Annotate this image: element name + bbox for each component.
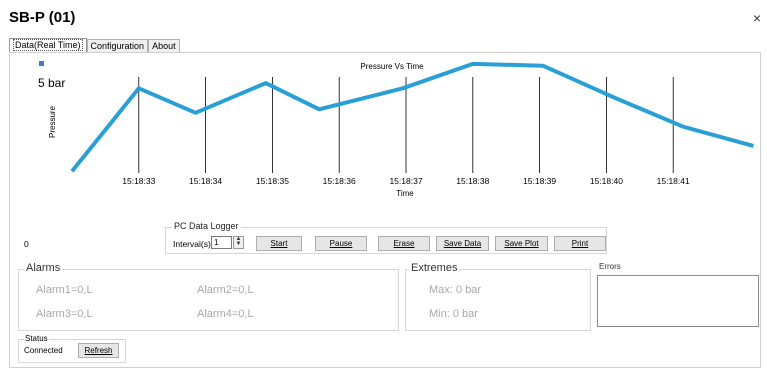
x-axis-label: Time: [396, 189, 414, 198]
save-plot-label: Save Plot: [504, 239, 539, 248]
grid-lines: [138, 77, 674, 173]
series-layer: [70, 61, 754, 173]
errors-textbox[interactable]: [597, 275, 759, 327]
status-value: Connected: [24, 346, 63, 355]
alarm-1: Alarm1=0,L: [36, 284, 93, 296]
start-button[interactable]: Start: [256, 236, 302, 251]
interval-stepper[interactable]: ▲ ▼: [233, 236, 244, 249]
interval-label: Interval(s):: [173, 239, 214, 249]
x-tick-label: 15:18:35: [256, 176, 289, 186]
x-tick-label: 15:18:40: [590, 176, 623, 186]
print-button[interactable]: Print: [554, 236, 606, 251]
stepper-down-icon[interactable]: ▼: [234, 241, 243, 247]
alarm-3: Alarm3=0,L: [36, 308, 93, 320]
errors-title: Errors: [599, 262, 621, 271]
sample-counter: 0: [24, 239, 29, 249]
x-tick-label: 15:18:34: [189, 176, 222, 186]
y-axis-label: Pressure: [48, 105, 57, 138]
print-label: Print: [571, 239, 589, 248]
x-tick-labels: 15:18:33 15:18:34 15:18:35 15:18:36 15:18:37…: [122, 176, 690, 186]
alarms-group: [18, 269, 399, 331]
x-tick-label: 15:18:33: [122, 176, 155, 186]
x-tick-label: 15:18:38: [456, 176, 489, 186]
x-tick-label: 15:18:41: [657, 176, 690, 186]
chart-title: Pressure Vs Time: [360, 62, 424, 71]
refresh-label: Refresh: [84, 346, 113, 355]
interval-input[interactable]: 1: [211, 236, 232, 249]
extremes-title: Extremes: [409, 262, 460, 274]
save-plot-button[interactable]: Save Plot: [495, 236, 548, 251]
pause-button[interactable]: Pause: [315, 236, 367, 251]
pause-label: Pause: [329, 239, 353, 248]
erase-label: Erase: [393, 239, 415, 248]
max-value: Max: 0 bar: [429, 284, 481, 296]
x-tick-label: 15:18:36: [323, 176, 356, 186]
start-label: Start: [270, 239, 288, 248]
app-window: SB-P (01) × Data(Real Time) Configuratio…: [0, 0, 767, 372]
legend-marker: [39, 61, 44, 66]
status-title: Status: [24, 334, 49, 343]
pressure-chart: Pressure Vs Time 5 bar Pressure 15:18:33…: [38, 61, 754, 198]
extremes-group: [405, 269, 591, 331]
refresh-button[interactable]: Refresh: [78, 343, 119, 358]
erase-button[interactable]: Erase: [378, 236, 430, 251]
data-logger-title: PC Data Logger: [172, 221, 241, 231]
x-tick-label: 15:18:39: [523, 176, 556, 186]
save-data-button[interactable]: Save Data: [436, 236, 489, 251]
alarm-4: Alarm4=0,L: [197, 308, 254, 320]
save-data-label: Save Data: [443, 239, 482, 248]
x-tick-label: 15:18:37: [389, 176, 422, 186]
y-tick-label: 5 bar: [38, 76, 65, 90]
alarm-2: Alarm2=0,L: [197, 284, 254, 296]
alarms-title: Alarms: [24, 262, 63, 274]
min-value: Min: 0 bar: [429, 308, 478, 320]
pressure-series-line: [70, 61, 754, 173]
